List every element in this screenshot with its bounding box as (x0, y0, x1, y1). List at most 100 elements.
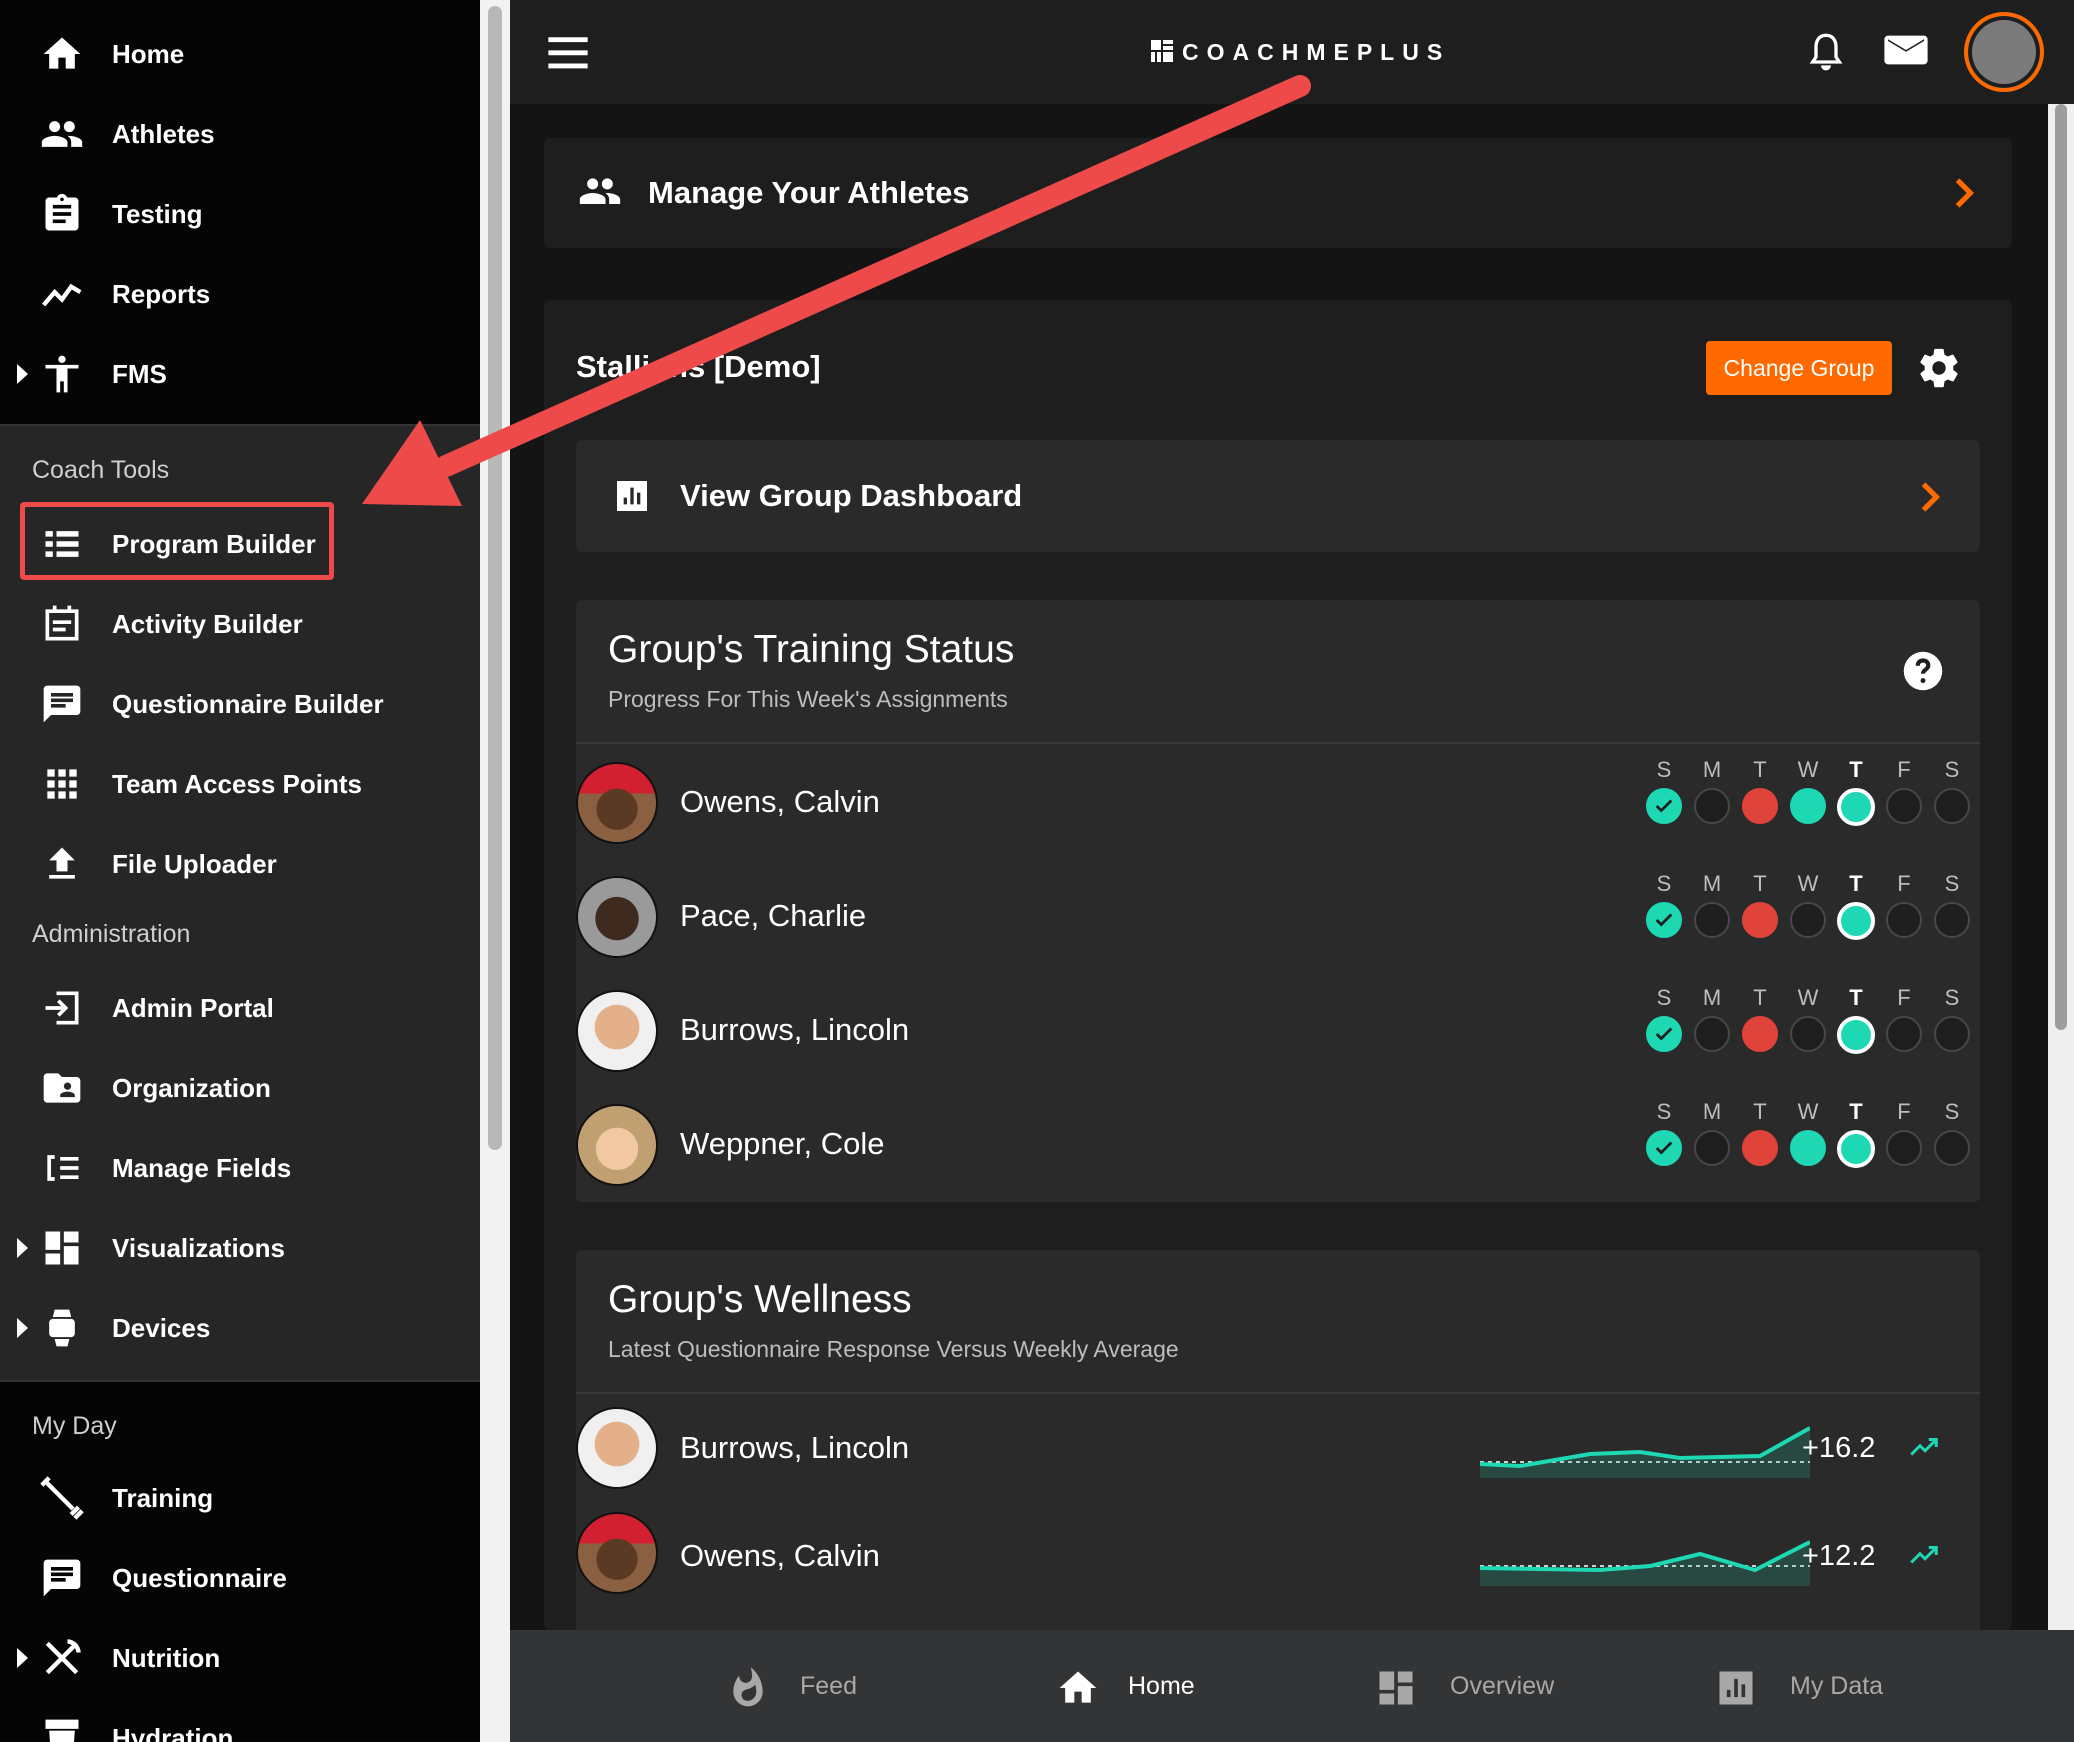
message-icon (43, 685, 81, 723)
main-scrollbar-thumb[interactable] (2055, 104, 2067, 1030)
bottom-nav-home[interactable]: Home (1056, 1630, 1276, 1742)
day-status: S (1932, 1094, 1972, 1166)
my-day-header: My Day (32, 1412, 117, 1440)
bottom-nav-overview[interactable]: Overview (1374, 1630, 1634, 1742)
status-dot (1934, 1130, 1970, 1166)
status-dot (1837, 902, 1875, 940)
sidebar-item-label: Activity Builder (112, 609, 303, 639)
athlete-name: Owens, Calvin (680, 1538, 880, 1573)
sidebar-item-file-uploader[interactable]: File Uploader (0, 824, 480, 904)
bottom-nav-my-data[interactable]: My Data (1714, 1630, 1974, 1742)
chevron-right-icon (1921, 482, 1941, 512)
expand-caret-icon[interactable] (17, 1238, 28, 1258)
day-status: T (1836, 752, 1876, 826)
sidebar-item-organization[interactable]: Organization (0, 1048, 480, 1128)
bottom-nav-label: Home (1128, 1672, 1195, 1700)
status-dot (1886, 788, 1922, 824)
day-status: T (1836, 980, 1876, 1054)
sidebar-item-reports[interactable]: Reports (0, 254, 480, 334)
expand-caret-icon[interactable] (17, 1318, 28, 1338)
wellness-row[interactable]: Burrows, Lincoln +16.2 (576, 1394, 1946, 1502)
week-status: SMTWTFS (1644, 980, 1970, 1080)
expand-caret-icon[interactable] (17, 1648, 28, 1668)
status-dot (1694, 788, 1730, 824)
day-label: S (1944, 1099, 1960, 1124)
day-label: S (1656, 757, 1672, 782)
gear-icon[interactable] (1916, 345, 1962, 391)
day-label: T (1849, 1099, 1863, 1124)
utensils-icon (45, 1639, 81, 1675)
help-icon[interactable] (1902, 650, 1944, 692)
sidebar-item-label: Manage Fields (112, 1153, 292, 1183)
sidebar-item-questionnaire-builder[interactable]: Questionnaire Builder (0, 664, 480, 744)
wellness-sparkline (1480, 1426, 1810, 1478)
training-status-row[interactable]: Weppner, Cole S M T W T F S (576, 1094, 1970, 1194)
wellness-subtitle: Latest Questionnaire Response Versus Wee… (608, 1336, 1179, 1362)
user-avatar[interactable] (1964, 12, 2044, 92)
check-icon (1655, 799, 1673, 813)
status-dot (1934, 1016, 1970, 1052)
sidebar-item-team-access-points[interactable]: Team Access Points (0, 744, 480, 824)
expand-caret-icon[interactable] (17, 364, 28, 384)
sidebar-item-home[interactable]: Home (0, 14, 480, 94)
sidebar-item-athletes[interactable]: Athletes (0, 94, 480, 174)
day-label: M (1702, 985, 1722, 1010)
sidebar-item-hydration[interactable]: Hydration (0, 1698, 480, 1742)
sidebar-item-nutrition[interactable]: Nutrition (0, 1618, 480, 1698)
sidebar-item-visualizations[interactable]: Visualizations (0, 1208, 480, 1288)
status-dot (1837, 1016, 1875, 1054)
day-status: T (1740, 752, 1780, 824)
day-label: F (1897, 871, 1911, 896)
change-group-button[interactable]: Change Group (1706, 341, 1892, 395)
view-group-dashboard[interactable]: View Group Dashboard (576, 440, 1980, 552)
day-status: M (1692, 752, 1732, 824)
sidebar-item-activity-builder[interactable]: Activity Builder (0, 584, 480, 664)
main-scrollbar[interactable] (2048, 104, 2074, 1630)
training-status-row[interactable]: Pace, Charlie S M T W T F S (576, 866, 1970, 966)
sidebar-item-label: Testing (112, 199, 203, 229)
avatar (576, 1512, 658, 1594)
sidebar: Home Athletes Testing Reports FMS Coach … (0, 0, 480, 1742)
status-dot (1886, 1130, 1922, 1166)
status-dot (1646, 902, 1682, 938)
menu-icon[interactable] (548, 34, 588, 70)
login-icon (45, 991, 79, 1025)
sidebar-scrollbar[interactable] (480, 0, 510, 1742)
day-label: F (1897, 1099, 1911, 1124)
avatar (576, 1407, 658, 1489)
status-dot (1886, 1016, 1922, 1052)
grid-icon (47, 769, 77, 799)
bar-chart-icon (617, 481, 647, 511)
wellness-row[interactable]: Owens, Calvin +12.2 (576, 1502, 1946, 1610)
sidebar-item-training[interactable]: Training (0, 1458, 480, 1538)
day-label: T (1849, 757, 1863, 782)
training-status-row[interactable]: Owens, Calvin S M T W T F S (576, 752, 1970, 852)
avatar (576, 990, 658, 1072)
manage-athletes-card[interactable]: Manage Your Athletes (544, 138, 2012, 248)
coach-tools-header: Coach Tools (32, 456, 170, 484)
mail-icon[interactable] (1884, 32, 1928, 68)
athlete-name: Pace, Charlie (680, 898, 867, 933)
sidebar-item-fms[interactable]: FMS (0, 334, 480, 414)
bell-icon[interactable] (1806, 30, 1846, 74)
sidebar-item-admin-portal[interactable]: Admin Portal (0, 968, 480, 1048)
clipboard-icon (45, 193, 79, 231)
sidebar-scrollbar-thumb[interactable] (488, 6, 502, 1150)
sidebar-item-manage-fields[interactable]: Manage Fields (0, 1128, 480, 1208)
upload-icon (49, 847, 75, 879)
main-content: COACHMEPLUS Manage Your Athletes Stallio… (510, 0, 2074, 1742)
sidebar-item-devices[interactable]: Devices (0, 1288, 480, 1368)
sidebar-item-label: FMS (112, 359, 167, 389)
sidebar-item-testing[interactable]: Testing (0, 174, 480, 254)
training-status-row[interactable]: Burrows, Lincoln S M T W T F S (576, 980, 1970, 1080)
day-label: F (1897, 757, 1911, 782)
bottom-nav-feed[interactable]: Feed (726, 1630, 946, 1742)
administration-header: Administration (32, 920, 191, 948)
sidebar-item-questionnaire[interactable]: Questionnaire (0, 1538, 480, 1618)
day-status: W (1788, 866, 1828, 938)
day-status: F (1884, 866, 1924, 938)
day-label: T (1849, 985, 1863, 1010)
day-status: S (1644, 1094, 1684, 1166)
day-status: T (1836, 866, 1876, 940)
avatar (576, 762, 658, 844)
